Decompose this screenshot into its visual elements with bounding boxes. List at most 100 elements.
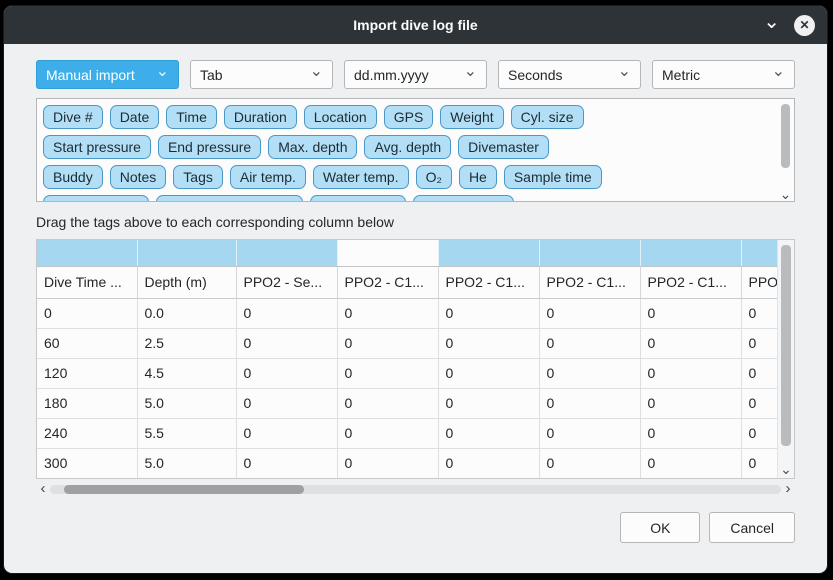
- field-tag[interactable]: Max. depth: [268, 135, 357, 159]
- column-drop-target[interactable]: [137, 240, 236, 266]
- field-tag[interactable]: Avg. depth: [364, 135, 451, 159]
- field-tag[interactable]: Weight: [440, 105, 503, 129]
- table-cell: 0: [337, 298, 438, 328]
- field-tag[interactable]: Sample pO₂: [310, 195, 405, 202]
- field-tag[interactable]: Divemaster: [458, 135, 549, 159]
- column-header: PPO2 - C1...: [640, 266, 741, 298]
- field-tag[interactable]: Sample time: [504, 165, 602, 189]
- table-cell: 4.5: [137, 358, 236, 388]
- scrollbar-thumb[interactable]: [781, 104, 790, 168]
- field-tag[interactable]: Buddy: [43, 165, 103, 189]
- dialog-content: Manual import⌄Tab⌄dd.mm.yyyy⌄Seconds⌄Met…: [4, 44, 827, 543]
- field-tag[interactable]: Location: [304, 105, 377, 129]
- chevron-down-icon: ⌄: [772, 68, 785, 76]
- titlebar[interactable]: Import dive log file ⌄ ✕: [4, 6, 827, 44]
- column-drop-target[interactable]: [741, 240, 778, 266]
- scrollbar-thumb[interactable]: [781, 245, 791, 446]
- close-icon[interactable]: ✕: [794, 15, 815, 36]
- tag-area: Dive # DateTime Duration Location GPSWeight C…: [36, 98, 795, 202]
- combo-label: Seconds: [508, 67, 562, 83]
- table-row[interactable]: 3005.0000000: [37, 448, 778, 478]
- scrollbar-track[interactable]: [50, 485, 781, 494]
- column-header: PPO2 - C1...: [438, 266, 539, 298]
- titlebar-actions: ⌄ ✕: [763, 6, 815, 44]
- column-drop-target[interactable]: [438, 240, 539, 266]
- field-tag[interactable]: Dive #: [43, 105, 103, 129]
- column-drop-target[interactable]: [640, 240, 741, 266]
- combo-label: Manual import: [46, 67, 135, 83]
- field-tag[interactable]: GPS: [384, 105, 434, 129]
- field-tag[interactable]: Air temp.: [230, 165, 306, 189]
- table-row[interactable]: 1805.0000000: [37, 388, 778, 418]
- drag-instruction-label: Drag the tags above to each correspondin…: [36, 214, 795, 230]
- table-cell: 300: [37, 448, 137, 478]
- column-drop-target[interactable]: [337, 240, 438, 266]
- table-cell: 0: [236, 298, 337, 328]
- chevron-down-icon: ⌄: [310, 68, 323, 76]
- table-row[interactable]: 2405.5000000: [37, 418, 778, 448]
- column-drop-target[interactable]: [37, 240, 137, 266]
- field-tag[interactable]: Cyl. size: [511, 105, 584, 129]
- table-row[interactable]: 602.5000000: [37, 328, 778, 358]
- table-viewport: Dive Time ...Depth (m)PPO2 - Se...PPO2 -…: [37, 240, 778, 478]
- table-cell: 0: [539, 448, 640, 478]
- field-tag[interactable]: O₂: [416, 165, 452, 189]
- scrollbar-thumb[interactable]: [64, 485, 304, 494]
- table-cell: 0: [539, 388, 640, 418]
- field-tag[interactable]: He: [459, 165, 497, 189]
- tag-area-scrollbar[interactable]: ⌄: [778, 100, 793, 200]
- column-header: PPO2 - Se...: [236, 266, 337, 298]
- drop-target-row: [37, 240, 778, 266]
- table-row[interactable]: 1204.5000000: [37, 358, 778, 388]
- field-tag[interactable]: Sample CNS: [413, 195, 514, 202]
- table-cell: 0: [438, 388, 539, 418]
- table-cell: 0: [640, 448, 741, 478]
- table-cell: 0: [438, 358, 539, 388]
- table-cell: 0: [741, 328, 778, 358]
- scroll-down-icon[interactable]: ⌄: [778, 188, 793, 200]
- field-tag[interactable]: Water temp.: [313, 165, 409, 189]
- combo-time-format[interactable]: Seconds⌄: [498, 60, 641, 89]
- field-tag[interactable]: Time: [166, 105, 217, 129]
- ok-button[interactable]: OK: [620, 512, 700, 543]
- table-cell: 0: [640, 298, 741, 328]
- window-title: Import dive log file: [4, 17, 827, 33]
- combo-date-format[interactable]: dd.mm.yyyy⌄: [344, 60, 487, 89]
- field-tag[interactable]: Sample temperature: [156, 195, 303, 202]
- table-cell: 0: [438, 328, 539, 358]
- table-cell: 180: [37, 388, 137, 418]
- table-cell: 0: [640, 328, 741, 358]
- table-cell: 0: [337, 328, 438, 358]
- table-vertical-scrollbar[interactable]: ⌄: [777, 240, 794, 478]
- combo-import-mode[interactable]: Manual import⌄: [36, 60, 179, 89]
- tag-row: Buddy NotesTags Air temp. Water temp. O₂ He Sa…: [43, 165, 772, 189]
- cancel-button[interactable]: Cancel: [709, 512, 795, 543]
- field-tag[interactable]: Duration: [224, 105, 297, 129]
- combo-field-separator[interactable]: Tab⌄: [190, 60, 333, 89]
- table-cell: 0: [37, 298, 137, 328]
- scroll-left-icon[interactable]: ‹: [36, 481, 50, 497]
- table-cell: 0: [438, 448, 539, 478]
- field-tag[interactable]: Notes: [110, 165, 167, 189]
- table-cell: 0: [741, 388, 778, 418]
- combo-units[interactable]: Metric⌄: [652, 60, 795, 89]
- chevron-down-icon[interactable]: ⌄: [763, 15, 780, 29]
- field-tag[interactable]: End pressure: [158, 135, 261, 159]
- field-tag[interactable]: Tags: [173, 165, 223, 189]
- table-cell: 0: [741, 448, 778, 478]
- field-tag[interactable]: Start pressure: [43, 135, 151, 159]
- screen-background: Import dive log file ⌄ ✕ Manual import⌄T…: [0, 0, 833, 580]
- table-row[interactable]: 00.0000000: [37, 298, 778, 328]
- field-tag[interactable]: Sample depth: [43, 195, 149, 202]
- scroll-down-icon[interactable]: ⌄: [778, 463, 794, 475]
- table-cell: 120: [37, 358, 137, 388]
- column-drop-target[interactable]: [236, 240, 337, 266]
- import-dialog-window: Import dive log file ⌄ ✕ Manual import⌄T…: [3, 5, 828, 574]
- column-drop-target[interactable]: [539, 240, 640, 266]
- field-tag[interactable]: Date: [110, 105, 160, 129]
- column-header: Dive Time ...: [37, 266, 137, 298]
- scroll-right-icon[interactable]: ›: [781, 481, 795, 497]
- table-cell: 0: [337, 358, 438, 388]
- table-horizontal-scrollbar[interactable]: ‹ ›: [36, 481, 795, 497]
- column-header: PPO2 - C1...: [337, 266, 438, 298]
